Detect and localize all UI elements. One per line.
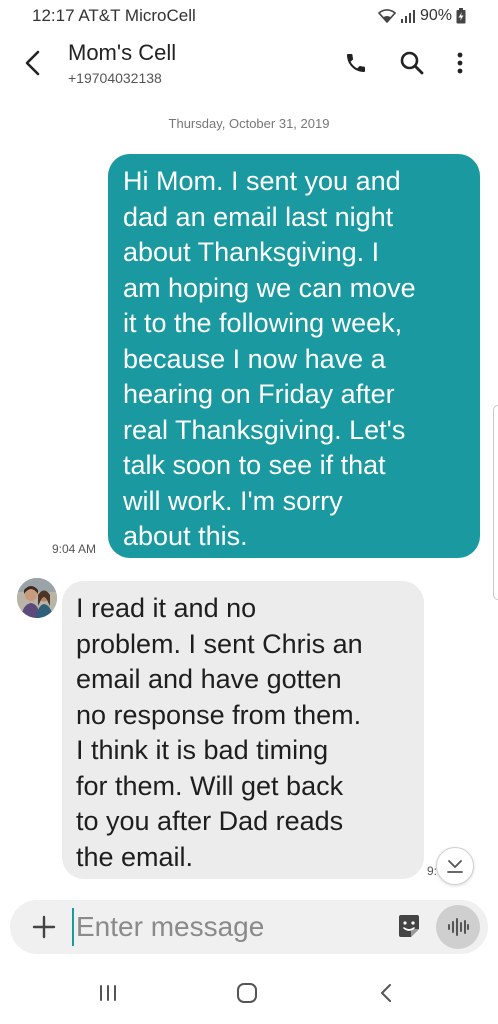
edge-panel-handle[interactable] [493,405,498,600]
status-time-carrier: 12:17 AT&T MicroCell [32,6,196,25]
recent-apps-icon [100,985,116,1001]
sticker-button[interactable] [396,913,422,941]
system-nav-bar [0,964,498,1024]
sent-message-bubble[interactable]: Hi Mom. I sent you and dad an email last… [108,154,480,558]
search-button[interactable] [398,48,426,78]
plus-icon [32,915,56,939]
scroll-to-bottom-button[interactable] [436,847,474,885]
message-line: dad an email last night [123,201,394,232]
message-line: about Thanksgiving. I [123,237,380,267]
search-icon [400,51,424,75]
wifi-icon [377,9,396,23]
message-line: to you after Dad reads [76,806,344,836]
message-line: no response from them. [76,699,362,730]
message-input[interactable] [72,908,382,946]
message-line: am hoping we can move [123,272,416,303]
message-line: hearing on Friday after [123,379,395,409]
status-bar: 12:17 AT&T MicroCell 90% [0,0,498,32]
message-line: I think it is bad timing [76,735,329,765]
home-icon [237,983,257,1003]
received-message-bubble[interactable]: I read it and no problem. I sent Chris a… [62,581,424,879]
message-line: email and have gotten [76,664,342,694]
more-vert-icon [457,52,463,74]
message-line: will work. I'm sorry [123,485,343,516]
contact-name: Mom's Cell [68,40,177,65]
battery-percent: 90% [419,7,452,24]
message-composer [10,900,488,954]
message-line: Hi Mom. I sent you and [123,166,401,196]
back-arrow-icon [25,50,40,76]
home-button[interactable] [232,978,262,1008]
phone-icon [347,54,365,72]
add-attachment-button[interactable] [30,913,58,941]
message-line: I read it and no [76,593,257,623]
contact-number: +19704032138 [68,70,162,86]
nav-back-icon [381,984,391,1002]
system-back-button[interactable] [371,978,401,1008]
signal-icon [400,10,415,23]
contact-avatar[interactable] [17,578,57,618]
message-line: talk soon to see if that [123,450,386,480]
message-line: problem. I sent Chris an [76,628,363,659]
sent-message-time: 9:04 AM [52,542,97,556]
voice-message-button[interactable] [436,905,480,949]
message-line: the email. [76,841,194,872]
voice-wave-icon [448,918,469,936]
date-separator: Thursday, October 31, 2019 [168,116,330,131]
message-line: because I now have a [123,343,386,374]
avatar-photo [17,578,57,618]
sticker-icon [399,915,419,937]
more-options-button[interactable] [446,48,474,78]
recent-apps-button[interactable] [93,978,123,1008]
message-line: for them. Will get back [76,770,344,801]
message-line: about this. [123,521,248,551]
chevron-down-icon [447,860,463,873]
message-line: real Thanksgiving. Let's [123,414,406,445]
battery-charging-icon [456,8,466,24]
back-button[interactable] [18,48,46,78]
message-line: it to the following week, [123,308,403,338]
call-button[interactable] [342,48,370,78]
conversation-header: Mom's Cell +19704032138 [0,32,498,94]
